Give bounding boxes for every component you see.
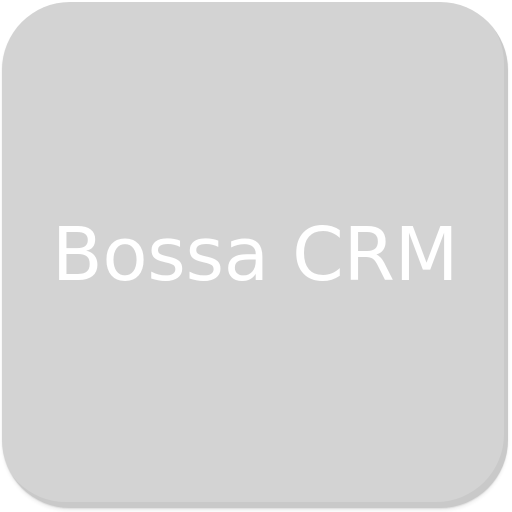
app-icon-tile[interactable]: Bossa CRM: [2, 2, 508, 508]
app-icon-container: Bossa CRM: [0, 0, 512, 512]
app-name-label: Bossa CRM: [51, 212, 459, 298]
